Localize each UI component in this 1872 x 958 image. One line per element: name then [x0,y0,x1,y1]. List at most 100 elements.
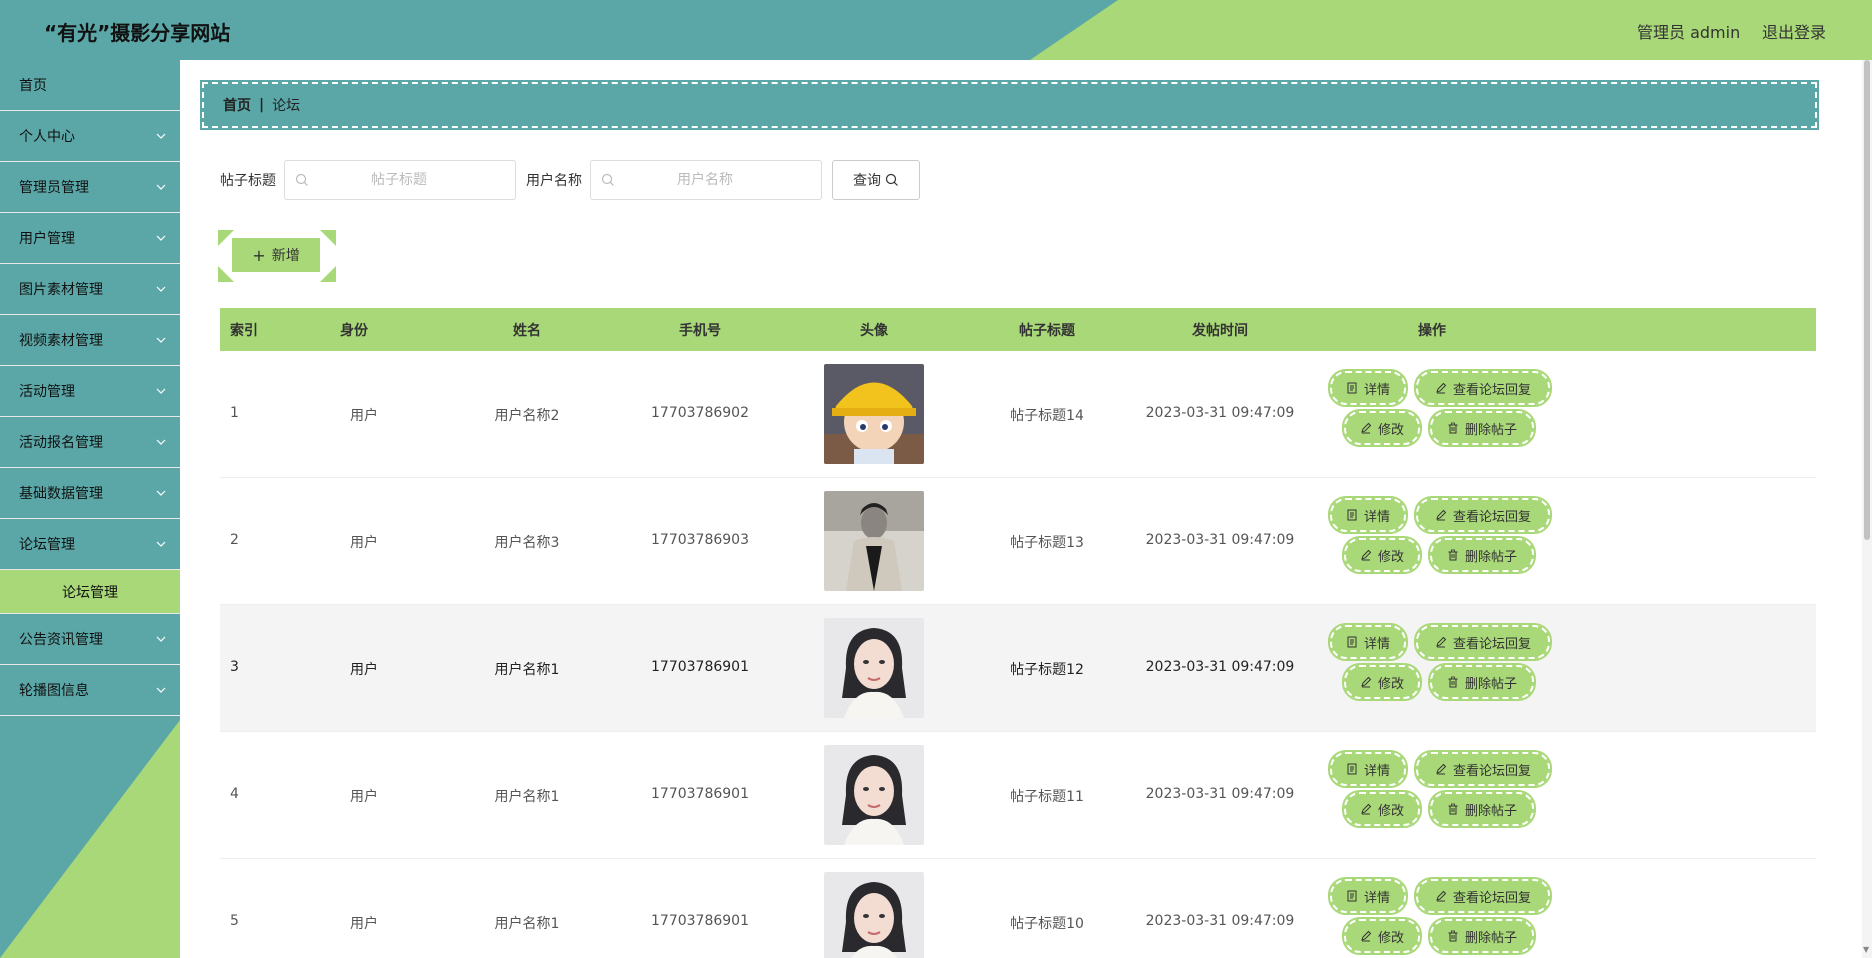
sidebar-item-label: 活动报名管理 [19,435,103,451]
sidebar-item-label: 视频素材管理 [19,333,103,349]
edit-button[interactable]: 修改 [1342,663,1422,701]
sidebar-item[interactable]: 公告资讯管理 [0,614,180,665]
delete-post-button[interactable]: 删除帖子 [1428,536,1536,574]
search-bar: 帖子标题 用户名称 查询 [220,160,920,200]
delete-post-button-label: 删除帖子 [1464,930,1517,946]
sidebar-item[interactable]: 活动管理 [0,366,180,417]
cell-role: 用户 [350,789,378,805]
breadcrumb-separator: | [259,97,265,113]
delete-icon [1448,422,1458,434]
main-content: 首页 | 论坛 帖子标题 用户名称 查询 + 新增 索引身份姓名手机号头像帖子标… [180,60,1872,958]
chevron-down-icon [156,490,166,496]
detail-button[interactable]: 详情 [1328,369,1408,407]
edit-icon [1436,890,1447,902]
sidebar-item-label: 用户管理 [19,231,75,247]
column-header: 姓名 [513,322,541,339]
header-accent-shape [1030,0,1872,60]
sidebar-item[interactable]: 用户管理 [0,213,180,264]
chevron-down-icon [156,184,166,190]
column-header: 头像 [860,322,888,339]
sidebar-item[interactable]: 个人中心 [0,111,180,162]
cell-role: 用户 [350,408,378,424]
edit-button[interactable]: 修改 [1342,409,1422,447]
detail-button[interactable]: 详情 [1328,623,1408,661]
delete-icon [1448,930,1458,942]
sidebar-item-label: 活动管理 [19,384,75,400]
query-button-label: 查询 [853,173,881,189]
sidebar-item-label: 图片素材管理 [19,282,103,298]
chevron-down-icon [156,388,166,394]
sidebar-item-label: 轮播图信息 [19,683,89,699]
edit-button[interactable]: 修改 [1342,536,1422,574]
logout-button[interactable]: 退出登录 [1762,19,1826,43]
detail-button[interactable]: 详情 [1328,877,1408,915]
cell-name: 用户名称2 [494,408,560,424]
sidebar-item[interactable]: 论坛管理 [0,519,180,570]
user-name-field[interactable] [590,160,822,200]
column-header: 身份 [340,322,368,339]
detail-button[interactable]: 详情 [1328,496,1408,534]
chevron-down-icon [156,687,166,693]
delete-post-button[interactable]: 删除帖子 [1428,409,1536,447]
sidebar-item-label: 管理员管理 [19,180,89,196]
scrollbar[interactable]: ▼ [1862,60,1872,958]
cell-phone: 17703786902 [651,405,749,421]
delete-post-button-label: 删除帖子 [1464,676,1517,692]
chevron-down-icon [156,337,166,343]
edit-button-label: 修改 [1377,422,1404,438]
user-name-input[interactable] [615,172,795,188]
delete-post-button-label: 删除帖子 [1464,549,1517,565]
scroll-down-arrow[interactable]: ▼ [1863,945,1869,954]
edit-button-label: 修改 [1377,549,1404,565]
view-replies-button[interactable]: 查看论坛回复 [1414,496,1552,534]
sidebar-item-label: 基础数据管理 [19,486,103,502]
delete-icon [1448,676,1458,688]
plus-icon: + [252,245,266,265]
detail-button-label: 详情 [1363,509,1390,525]
delete-post-button-label: 删除帖子 [1464,422,1517,438]
cell-index: 3 [230,659,239,675]
delete-post-button[interactable]: 删除帖子 [1428,663,1536,701]
sidebar-item[interactable]: 视频素材管理 [0,315,180,366]
scrollbar-thumb[interactable] [1864,60,1870,540]
sidebar-item[interactable]: 首页 [0,60,180,111]
sidebar-item[interactable]: 基础数据管理 [0,468,180,519]
cell-name: 用户名称1 [494,789,560,805]
sidebar-item[interactable]: 管理员管理 [0,162,180,213]
edit-icon [1361,803,1372,815]
view-replies-button-label: 查看论坛回复 [1452,382,1531,398]
cell-role: 用户 [350,916,378,932]
edit-button-label: 修改 [1377,930,1404,946]
view-replies-button[interactable]: 查看论坛回复 [1414,750,1552,788]
detail-button[interactable]: 详情 [1328,750,1408,788]
view-replies-button[interactable]: 查看论坛回复 [1414,623,1552,661]
edit-icon [1361,549,1372,561]
delete-post-button-label: 删除帖子 [1464,803,1517,819]
breadcrumb-home[interactable]: 首页 [223,95,251,115]
view-replies-button[interactable]: 查看论坛回复 [1414,369,1552,407]
view-replies-button-label: 查看论坛回复 [1452,890,1531,906]
delete-post-button[interactable]: 删除帖子 [1428,790,1536,828]
sidebar-item[interactable]: 轮播图信息 [0,665,180,716]
view-replies-button-label: 查看论坛回复 [1452,509,1531,525]
add-button[interactable]: + 新增 [232,238,320,272]
view-replies-button[interactable]: 查看论坛回复 [1414,877,1552,915]
view-replies-button-label: 查看论坛回复 [1452,763,1531,779]
sidebar-item[interactable]: 图片素材管理 [0,264,180,315]
edit-button[interactable]: 修改 [1342,790,1422,828]
post-title-field[interactable] [284,160,516,200]
post-title-input[interactable] [309,172,489,188]
edit-icon [1361,422,1372,434]
query-button[interactable]: 查询 [832,160,920,200]
column-header: 操作 [1418,322,1446,339]
sidebar-item-label: 个人中心 [19,129,75,145]
sidebar-subitem-active[interactable]: 论坛管理 [0,570,180,614]
cell-time: 2023-03-31 09:47:09 [1145,405,1295,421]
delete-post-button[interactable]: 删除帖子 [1428,917,1536,955]
corner-decoration [320,230,336,246]
sidebar-item-label: 公告资讯管理 [19,632,103,648]
sidebar-item[interactable]: 活动报名管理 [0,417,180,468]
document-icon [1347,636,1357,648]
sidebar-item-label: 首页 [19,78,47,94]
edit-button[interactable]: 修改 [1342,917,1422,955]
